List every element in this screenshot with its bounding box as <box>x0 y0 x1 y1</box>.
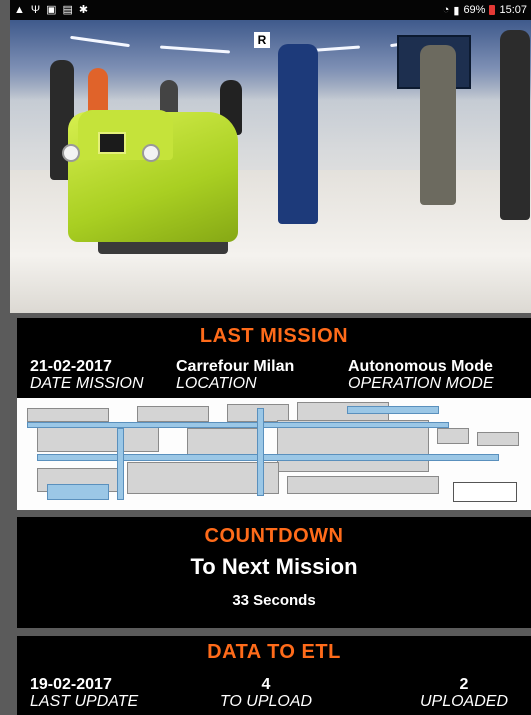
wifi-icon: ◔ <box>442 4 450 16</box>
person <box>420 45 456 205</box>
map-corridor <box>37 454 499 461</box>
battery-percent: 69% <box>463 4 486 16</box>
uploaded-cell: 2 UPLOADED <box>414 676 514 710</box>
person <box>500 30 530 220</box>
gate-sign: R <box>254 32 270 48</box>
map-legend <box>453 482 517 502</box>
operation-mode: Autonomous Mode <box>348 358 493 375</box>
etl-panel: DATA TO ETL 19-02-2017 LAST UPDATE 4 TO … <box>17 636 531 715</box>
map-room <box>187 428 259 456</box>
mission-location: Carrefour Milan <box>176 358 295 375</box>
uploaded-value: 2 <box>459 676 469 693</box>
map-room <box>477 432 519 446</box>
map-corridor <box>257 408 264 496</box>
gallery-icon: ▣ <box>46 3 57 16</box>
map-corridor <box>47 484 109 500</box>
countdown-panel: COUNTDOWN To Next Mission 33 Seconds <box>17 517 531 628</box>
system-icons: ◔ ▮ 69% 15:07 <box>443 4 527 17</box>
robot-photo: R <box>10 20 531 313</box>
operation-mode-label: OPERATION MODE <box>348 375 494 392</box>
map-corridor <box>27 422 449 428</box>
etl-title: DATA TO ETL <box>207 641 341 663</box>
map-corridor <box>347 406 439 414</box>
mission-info: 21-02-2017 DATE MISSION Carrefour Milan … <box>30 358 530 394</box>
robot-headlight <box>62 144 80 162</box>
mission-location-label: LOCATION <box>176 375 257 392</box>
mode-cell: Autonomous Mode OPERATION MODE <box>348 358 494 392</box>
floor-plan-map <box>17 398 531 510</box>
date-cell: 21-02-2017 DATE MISSION <box>30 358 144 392</box>
countdown-subtitle: To Next Mission <box>190 554 358 579</box>
etl-info: 19-02-2017 LAST UPDATE 4 TO UPLOAD 2 UPL… <box>30 676 525 710</box>
settings-icon: ✱ <box>78 3 89 16</box>
notification-icons: ▲ Ψ ▣ ▤ ✱ <box>14 3 89 16</box>
map-room <box>287 476 439 494</box>
last-update-value: 19-02-2017 <box>30 676 112 693</box>
location-cell: Carrefour Milan LOCATION <box>176 358 294 392</box>
to-upload-label: TO UPLOAD <box>219 693 313 710</box>
battery-icon <box>489 5 496 15</box>
clock: 15:07 <box>499 4 527 16</box>
file-icon: ▤ <box>62 3 73 16</box>
last-update-label: LAST UPDATE <box>30 693 139 710</box>
warning-icon: ▲ <box>14 3 25 16</box>
last-update-cell: 19-02-2017 LAST UPDATE <box>30 676 138 710</box>
mission-date-label: DATE MISSION <box>30 375 144 392</box>
map-room <box>437 428 469 444</box>
robot-screen <box>98 132 126 154</box>
last-mission-title: LAST MISSION <box>199 325 349 347</box>
map-room <box>27 408 109 422</box>
usb-icon: Ψ <box>30 3 41 16</box>
mission-date: 21-02-2017 <box>30 358 112 375</box>
map-corridor <box>117 428 124 500</box>
last-mission-panel: LAST MISSION 21-02-2017 DATE MISSION Car… <box>17 318 531 510</box>
signal-icon: ▮ <box>453 4 460 17</box>
uploaded-label: UPLOADED <box>419 693 509 710</box>
countdown-title: COUNTDOWN <box>204 525 344 547</box>
robot-headlight <box>142 144 160 162</box>
map-room <box>137 406 209 422</box>
to-upload-value: 4 <box>261 676 271 693</box>
status-bar: ▲ Ψ ▣ ▤ ✱ ◔ ▮ 69% 15:07 <box>10 0 531 20</box>
map-room <box>37 426 159 452</box>
person <box>278 44 318 224</box>
countdown-seconds: 33 Seconds <box>232 592 316 609</box>
to-upload-cell: 4 TO UPLOAD <box>216 676 316 710</box>
